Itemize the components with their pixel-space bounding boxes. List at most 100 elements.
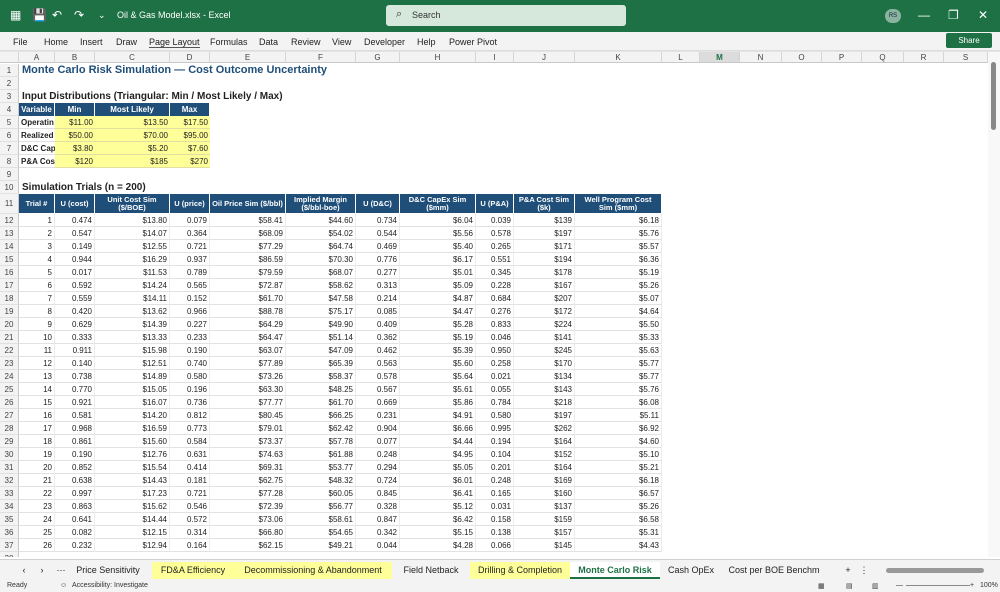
trial-cell[interactable]: $73.26	[210, 370, 286, 383]
trial-cell[interactable]: 0.276	[476, 305, 514, 318]
trial-cell[interactable]: $16.07	[95, 396, 170, 409]
trial-cell[interactable]: $170	[514, 357, 575, 370]
row-header[interactable]: 35	[0, 513, 19, 526]
trial-cell[interactable]: 3	[19, 240, 55, 253]
trial-cell[interactable]: $14.20	[95, 409, 170, 422]
trial-cell[interactable]: 0.079	[170, 214, 210, 227]
page-layout-view-icon[interactable]: ▤	[846, 582, 853, 590]
trial-cell[interactable]: $77.28	[210, 487, 286, 500]
sheet-tab-cost-per-boe-benchm[interactable]: Cost per BOE Benchm	[722, 562, 826, 579]
trial-cell[interactable]: 0.950	[476, 344, 514, 357]
trial-cell[interactable]: $62.42	[286, 422, 356, 435]
row-header[interactable]: 9	[0, 168, 19, 181]
zoom-slider[interactable]	[906, 585, 970, 586]
input-value-cell[interactable]: $185	[95, 155, 170, 168]
input-value-cell[interactable]: $95.00	[170, 129, 210, 142]
trial-cell[interactable]: 0.784	[476, 396, 514, 409]
menu-formulas[interactable]: Formulas	[210, 37, 248, 47]
trial-cell[interactable]: $61.70	[286, 396, 356, 409]
trial-cell[interactable]: 0.082	[55, 526, 95, 539]
row-header[interactable]: 26	[0, 396, 19, 409]
trial-cell[interactable]: $64.29	[210, 318, 286, 331]
vertical-scroll-thumb[interactable]	[991, 62, 996, 130]
column-header-N[interactable]: N	[740, 52, 782, 63]
menu-view[interactable]: View	[332, 37, 351, 47]
row-header[interactable]: 31	[0, 461, 19, 474]
trial-cell[interactable]: 0.227	[170, 318, 210, 331]
trial-cell[interactable]: 0.736	[170, 396, 210, 409]
trial-cell[interactable]: 0.021	[476, 370, 514, 383]
trial-cell[interactable]: 0.631	[170, 448, 210, 461]
trial-cell[interactable]: $245	[514, 344, 575, 357]
row-header[interactable]: 3	[0, 90, 19, 103]
trial-cell[interactable]: $5.19	[575, 266, 662, 279]
row-header[interactable]: 22	[0, 344, 19, 357]
column-header-B[interactable]: B	[55, 52, 95, 63]
trial-cell[interactable]: $14.11	[95, 292, 170, 305]
page-break-view-icon[interactable]: ▥	[872, 582, 879, 590]
row-header[interactable]: 29	[0, 435, 19, 448]
input-value-cell[interactable]: $11.00	[55, 116, 95, 129]
column-header-I[interactable]: I	[476, 52, 514, 63]
input-value-cell[interactable]: $120	[55, 155, 95, 168]
trial-cell[interactable]: 0.342	[356, 526, 400, 539]
trial-cell[interactable]: 0.721	[170, 487, 210, 500]
row-header[interactable]: 17	[0, 279, 19, 292]
trial-cell[interactable]: $58.61	[286, 513, 356, 526]
trial-cell[interactable]: 13	[19, 370, 55, 383]
trial-cell[interactable]: $5.12	[400, 500, 476, 513]
trial-cell[interactable]: 0.546	[170, 500, 210, 513]
trial-cell[interactable]: 0.248	[356, 448, 400, 461]
trial-cell[interactable]: $5.56	[400, 227, 476, 240]
trial-cell[interactable]: $44.60	[286, 214, 356, 227]
trial-cell[interactable]: $145	[514, 539, 575, 552]
row-header[interactable]: 15	[0, 253, 19, 266]
trial-cell[interactable]: $63.30	[210, 383, 286, 396]
trial-cell[interactable]: $6.92	[575, 422, 662, 435]
trial-cell[interactable]: 10	[19, 331, 55, 344]
row-header[interactable]: 1	[0, 64, 19, 77]
trial-cell[interactable]: $61.88	[286, 448, 356, 461]
trial-cell[interactable]: 0.017	[55, 266, 95, 279]
trial-cell[interactable]: 0.364	[170, 227, 210, 240]
trial-cell[interactable]: $75.17	[286, 305, 356, 318]
trial-cell[interactable]: 0.551	[476, 253, 514, 266]
trial-cell[interactable]: 0.812	[170, 409, 210, 422]
maximize-icon[interactable]: ❐	[948, 8, 959, 22]
trial-cell[interactable]: $69.31	[210, 461, 286, 474]
trial-cell[interactable]: 0.580	[476, 409, 514, 422]
trial-cell[interactable]: 0.194	[476, 435, 514, 448]
trial-cell[interactable]: $47.58	[286, 292, 356, 305]
trial-cell[interactable]: $62.15	[210, 539, 286, 552]
sheet-tab-decommissioning-abandonment[interactable]: Decommissioning & Abandonment	[234, 562, 392, 579]
menu-developer[interactable]: Developer	[364, 37, 405, 47]
trial-cell[interactable]: 25	[19, 526, 55, 539]
trial-cell[interactable]: 0.911	[55, 344, 95, 357]
trial-cell[interactable]: $16.29	[95, 253, 170, 266]
menu-review[interactable]: Review	[291, 37, 321, 47]
zoom-out-icon[interactable]: —	[896, 582, 903, 589]
trial-cell[interactable]: $143	[514, 383, 575, 396]
trial-cell[interactable]: 0.474	[55, 214, 95, 227]
row-header[interactable]: 37	[0, 539, 19, 552]
trial-cell[interactable]: 0.738	[55, 370, 95, 383]
trial-cell[interactable]: $5.33	[575, 331, 662, 344]
trial-cell[interactable]: 0.231	[356, 409, 400, 422]
row-header[interactable]: 7	[0, 142, 19, 155]
input-value-cell[interactable]: $7.60	[170, 142, 210, 155]
trial-cell[interactable]: $64.47	[210, 331, 286, 344]
trial-cell[interactable]: 0.845	[356, 487, 400, 500]
row-header[interactable]: 4	[0, 103, 19, 116]
trial-cell[interactable]: $14.39	[95, 318, 170, 331]
menu-data[interactable]: Data	[259, 37, 278, 47]
trial-cell[interactable]: 0.724	[356, 474, 400, 487]
trial-cell[interactable]: $5.28	[400, 318, 476, 331]
trial-cell[interactable]: $4.95	[400, 448, 476, 461]
redo-icon[interactable]: ↷	[74, 8, 84, 22]
trial-cell[interactable]: $5.31	[575, 526, 662, 539]
input-value-cell[interactable]: $17.50	[170, 116, 210, 129]
trial-cell[interactable]: $4.44	[400, 435, 476, 448]
trial-cell[interactable]: $77.77	[210, 396, 286, 409]
trial-cell[interactable]: 0.138	[476, 526, 514, 539]
sheet-tab-fd-a-efficiency[interactable]: FD&A Efficiency	[152, 562, 234, 579]
